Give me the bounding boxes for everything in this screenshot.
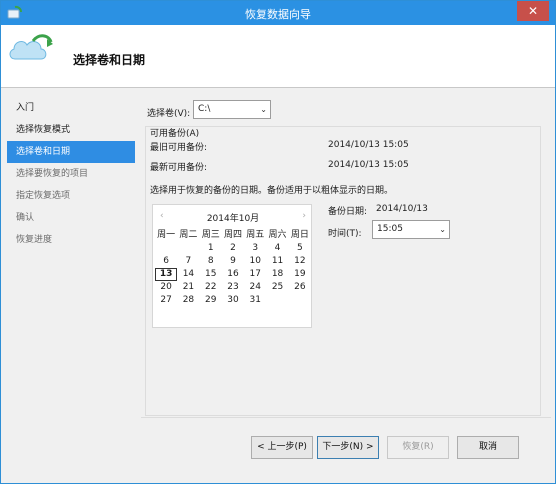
cloud-backup-icon — [9, 34, 53, 60]
calendar-day[interactable]: 1 — [200, 242, 222, 255]
calendar-day — [177, 242, 199, 255]
backup-date-label: 备份日期: — [328, 207, 368, 217]
cancel-button[interactable]: 取消 — [457, 436, 519, 459]
available-backups-title: 可用备份(A) — [150, 129, 200, 139]
volume-select[interactable]: C:\ ⌄ — [193, 100, 271, 119]
calendar-day — [155, 242, 177, 255]
calendar-day[interactable]: 18 — [266, 268, 288, 281]
calendar-day[interactable]: 12 — [289, 255, 311, 268]
calendar-day — [266, 294, 288, 307]
nav-item-recovery-options: 指定恢复选项 — [16, 191, 71, 201]
time-select-value: 15:05 — [377, 224, 403, 234]
volume-label: 选择卷(V): — [147, 109, 191, 119]
nav-item-select-items: 选择要恢复的项目 — [16, 169, 89, 179]
calendar-day[interactable]: 14 — [177, 268, 199, 281]
calendar-day[interactable]: 4 — [266, 242, 288, 255]
calendar-day — [289, 294, 311, 307]
calendar-day[interactable]: 7 — [177, 255, 199, 268]
weekday-header: 周六 — [268, 230, 287, 240]
chevron-down-icon: ⌄ — [439, 225, 446, 234]
calendar-day[interactable]: 19 — [289, 268, 311, 281]
backup-calendar[interactable]: ‹ 2014年10月 › 周一 周二 周三 周四 周五 周六 周日 1 2 3 … — [152, 204, 312, 328]
calendar-day[interactable]: 30 — [222, 294, 244, 307]
nav-item-confirmation: 确认 — [16, 213, 35, 223]
time-label: 时间(T): — [328, 229, 362, 239]
recover-button[interactable]: 恢复(R) — [387, 436, 449, 459]
nav-item-recovery-progress: 恢复进度 — [16, 235, 53, 245]
calendar-day[interactable]: 25 — [266, 281, 288, 294]
calendar-grid: 周一 周二 周三 周四 周五 周六 周日 1 2 3 4 5 6 7 8 9 1… — [155, 229, 311, 307]
calendar-day[interactable]: 2 — [222, 242, 244, 255]
calendar-day[interactable]: 10 — [244, 255, 266, 268]
calendar-day-selected[interactable]: 13 — [155, 268, 178, 281]
calendar-day[interactable]: 6 — [155, 255, 177, 268]
weekday-header: 周五 — [246, 230, 265, 240]
calendar-day[interactable]: 21 — [177, 281, 199, 294]
calendar-week: 20 21 22 23 24 25 26 — [155, 281, 311, 294]
time-select[interactable]: 15:05 ⌄ — [372, 220, 450, 239]
calendar-week: 13 14 15 16 17 18 19 — [155, 268, 311, 281]
calendar-day[interactable]: 17 — [244, 268, 266, 281]
wizard-steps-nav: 入门 选择恢复模式 选择卷和日期 选择要恢复的项目 指定恢复选项 确认 恢复进度 — [7, 97, 135, 251]
calendar-header: ‹ 2014年10月 › — [153, 211, 313, 225]
calendar-week: 27 28 29 30 31 — [155, 294, 311, 307]
calendar-day[interactable]: 15 — [200, 268, 222, 281]
calendar-day[interactable]: 8 — [200, 255, 222, 268]
page-title: 选择卷和日期 — [73, 53, 146, 67]
calendar-day[interactable]: 5 — [289, 242, 311, 255]
back-button[interactable]: < 上一步(P) — [251, 436, 313, 459]
weekday-header: 周日 — [290, 230, 309, 240]
wizard-header: 选择卷和日期 — [1, 25, 555, 87]
oldest-backup-value: 2014/10/13 15:05 — [328, 140, 409, 150]
calendar-day[interactable]: 24 — [244, 281, 266, 294]
nav-item-volume-and-date[interactable]: 选择卷和日期 — [7, 141, 135, 163]
weekday-header: 周三 — [201, 230, 220, 240]
backup-date-value: 2014/10/13 — [376, 204, 428, 214]
next-month-button[interactable]: › — [302, 211, 306, 221]
calendar-week: 6 7 8 9 10 11 12 — [155, 255, 311, 268]
close-button[interactable]: ✕ — [517, 1, 549, 21]
weekday-row: 周一 周二 周三 周四 周五 周六 周日 — [155, 229, 311, 242]
newest-backup-value: 2014/10/13 15:05 — [328, 160, 409, 170]
restore-wizard-window: 恢复数据向导 ✕ 选择卷和日期 入门 选择恢复模式 选择卷和日期 选择要恢复的项… — [0, 0, 556, 484]
weekday-header: 周四 — [223, 230, 242, 240]
calendar-day[interactable]: 9 — [222, 255, 244, 268]
nav-item-getting-started[interactable]: 入门 — [7, 97, 135, 119]
header-divider — [1, 87, 555, 88]
content-pane: 选择卷(V): C:\ ⌄ 可用备份(A) 最旧可用备份: 2014/10/13… — [145, 97, 547, 437]
calendar-day[interactable]: 27 — [155, 294, 177, 307]
next-button[interactable]: 下一步(N) > — [317, 436, 379, 459]
calendar-day[interactable]: 11 — [266, 255, 288, 268]
calendar-day[interactable]: 28 — [177, 294, 199, 307]
bottom-divider — [141, 417, 551, 418]
available-backups-group: 可用备份(A) 最旧可用备份: 2014/10/13 15:05 最新可用备份:… — [145, 126, 541, 416]
title-bar[interactable]: 恢复数据向导 ✕ — [1, 1, 555, 25]
calendar-day[interactable]: 29 — [200, 294, 222, 307]
calendar-week: 1 2 3 4 5 — [155, 242, 311, 255]
weekday-header: 周一 — [157, 230, 176, 240]
nav-item-recovery-mode[interactable]: 选择恢复模式 — [7, 119, 135, 141]
calendar-day[interactable]: 22 — [200, 281, 222, 294]
oldest-backup-label: 最旧可用备份: — [150, 143, 208, 153]
calendar-day[interactable]: 26 — [289, 281, 311, 294]
weekday-header: 周二 — [179, 230, 198, 240]
window-title: 恢复数据向导 — [245, 8, 311, 21]
volume-select-value: C:\ — [198, 104, 211, 114]
calendar-month-label[interactable]: 2014年10月 — [153, 211, 313, 224]
calendar-day[interactable]: 31 — [244, 294, 266, 307]
calendar-day[interactable]: 23 — [222, 281, 244, 294]
calendar-day[interactable]: 3 — [244, 242, 266, 255]
calendar-day[interactable]: 16 — [222, 268, 244, 281]
chevron-down-icon: ⌄ — [260, 105, 267, 114]
calendar-day[interactable]: 20 — [155, 281, 177, 294]
newest-backup-label: 最新可用备份: — [150, 163, 208, 173]
date-instruction: 选择用于恢复的备份的日期。备份适用于以粗体显示的日期。 — [150, 186, 394, 196]
